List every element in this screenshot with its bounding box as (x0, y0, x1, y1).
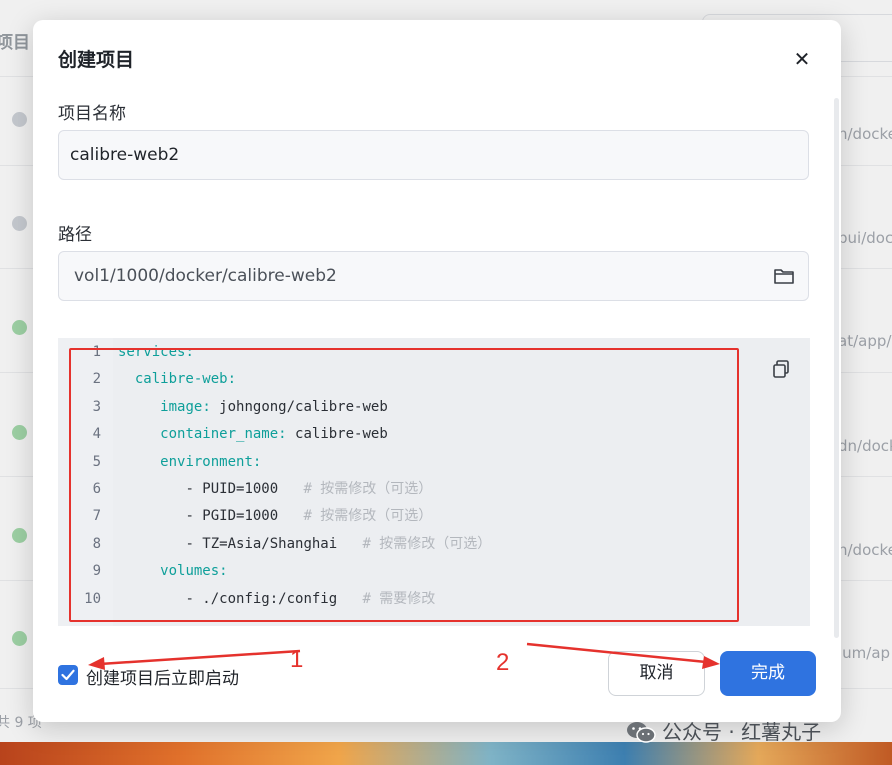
yaml-value: calibre-web (295, 426, 388, 443)
code-text: - ./config:/config # 需要修改 (118, 586, 435, 613)
folder-icon[interactable] (773, 266, 795, 286)
code-text: volumes: (118, 558, 228, 585)
line-number: 4 (92, 426, 101, 443)
path-label: 路径 (58, 225, 92, 245)
close-icon[interactable]: ✕ (790, 48, 814, 72)
code-line: 10 - ./config:/config # 需要修改 (58, 586, 810, 613)
code-line: 4 container_name: calibre-web (58, 421, 810, 448)
yaml-separator: : (278, 426, 296, 443)
code-line: 2 calibre-web: (58, 366, 810, 393)
create-project-dialog: 创建项目 ✕ 项目名称 calibre-web2 路径 vol1/1000/do… (33, 20, 841, 722)
copy-icon[interactable] (771, 359, 791, 379)
confirm-button[interactable]: 完成 (720, 651, 816, 696)
code-text: calibre-web: (118, 366, 236, 393)
watermark-text: 公众号 · 红薯丸子 (662, 720, 822, 744)
code-line: 1 services: (58, 339, 810, 366)
wechat-icon (627, 722, 656, 743)
annotation-marker-2: 2 (496, 649, 510, 676)
code-line: 8 - TZ=Asia/Shanghai # 按需修改（可选） (58, 531, 810, 558)
project-name-input[interactable]: calibre-web2 (58, 130, 809, 180)
yaml-value: - PUID=1000 (185, 481, 304, 497)
project-name-value: calibre-web2 (70, 145, 180, 165)
line-number: 6 (92, 481, 101, 497)
code-text: - PUID=1000 # 按需修改（可选） (118, 476, 432, 503)
yaml-comment: # 需要修改 (362, 590, 436, 607)
code-text: container_name: calibre-web (118, 421, 388, 448)
yaml-key: calibre-web (134, 371, 228, 388)
code-line: 7 - PGID=1000 # 按需修改（可选） (58, 503, 810, 530)
line-number: 1 (92, 344, 101, 360)
dialog-scrollbar[interactable] (834, 98, 839, 638)
code-text: services: (118, 339, 194, 366)
yaml-key: services (118, 344, 186, 360)
line-number: 9 (92, 563, 101, 580)
project-name-label: 项目名称 (58, 104, 126, 124)
yaml-separator: : (219, 563, 228, 580)
code-line: 3 image: johngong/calibre-web (58, 394, 810, 421)
yaml-key: volumes (160, 563, 220, 580)
code-line: 5 environment: (58, 449, 810, 476)
code-text: image: johngong/calibre-web (118, 394, 388, 421)
autostart-label[interactable]: 创建项目后立即启动 (86, 664, 239, 689)
line-number: 10 (84, 590, 101, 607)
line-number: 3 (92, 398, 101, 415)
yaml-key: image (160, 398, 203, 415)
yaml-separator: : (227, 371, 237, 388)
yaml-separator: : (202, 398, 220, 415)
yaml-value: johngong/calibre-web (219, 398, 388, 415)
line-number: 5 (92, 453, 101, 470)
line-number: 8 (92, 535, 101, 552)
yaml-separator: : (252, 453, 262, 470)
compose-editor[interactable]: 1 services: 2 calibre-web: 3 image: johngon… (58, 338, 810, 626)
yaml-separator: : (185, 344, 194, 360)
yaml-comment: # 按需修改（可选） (303, 481, 433, 497)
yaml-comment: # 按需修改（可选） (303, 508, 433, 525)
yaml-value: - TZ=Asia/Shanghai (185, 535, 363, 552)
desktop-wallpaper (0, 742, 892, 765)
yaml-value: - ./config:/config (185, 590, 363, 607)
line-number: 2 (92, 371, 101, 388)
autostart-checkbox[interactable] (58, 665, 78, 685)
code-text: - PGID=1000 # 按需修改（可选） (118, 503, 432, 530)
code-line: 9 volumes: (58, 558, 810, 585)
line-number: 7 (92, 508, 101, 525)
cancel-button[interactable]: 取消 (608, 651, 705, 696)
annotation-marker-1: 1 (290, 646, 304, 673)
yaml-value: - PGID=1000 (185, 508, 304, 525)
path-value: vol1/1000/docker/calibre-web2 (74, 266, 337, 286)
code-text: - TZ=Asia/Shanghai # 按需修改（可选） (118, 531, 491, 558)
path-input[interactable]: vol1/1000/docker/calibre-web2 (58, 251, 809, 301)
yaml-key: environment (160, 453, 253, 470)
dialog-title: 创建项目 (58, 49, 135, 71)
yaml-key: container_name (160, 426, 279, 443)
code-text: environment: (118, 449, 261, 476)
yaml-comment: # 按需修改（可选） (362, 535, 492, 552)
code-line: 6 - PUID=1000 # 按需修改（可选） (58, 476, 810, 503)
